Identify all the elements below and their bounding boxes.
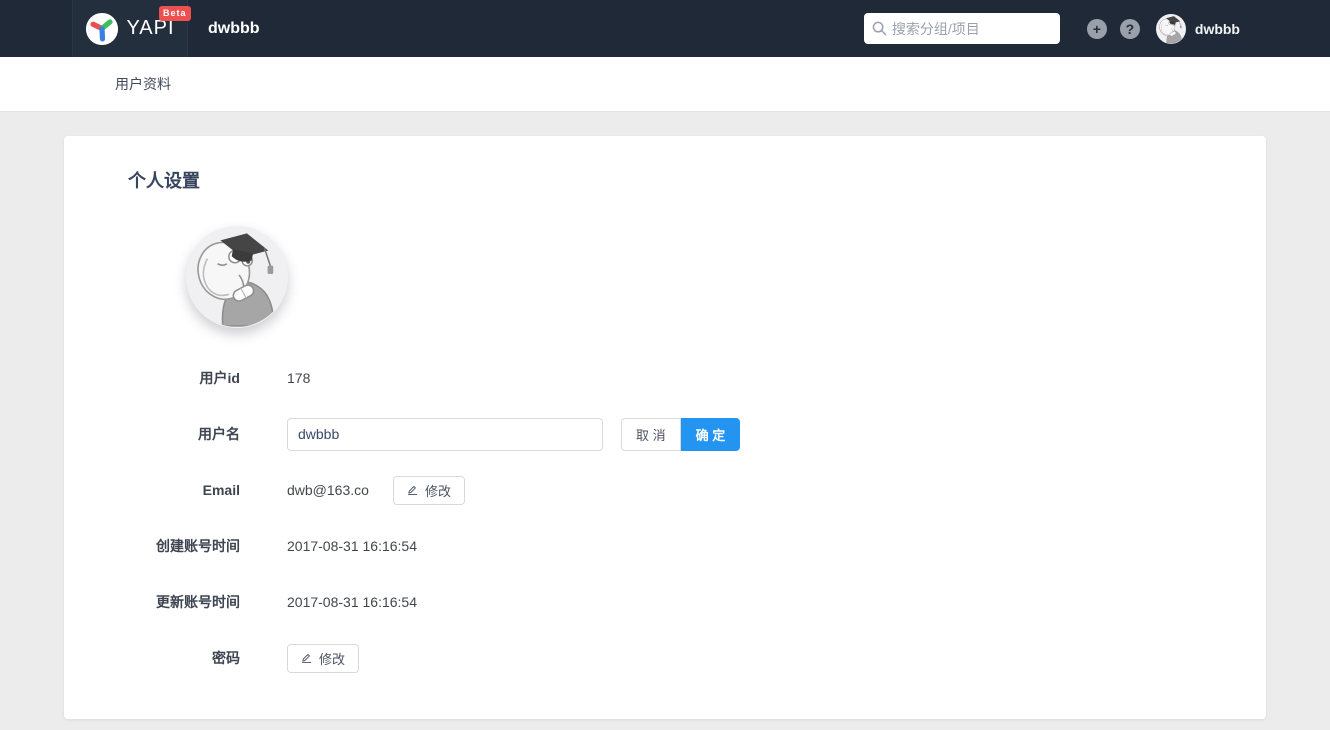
updated-time-label: 更新账号时间: [156, 594, 240, 610]
password-edit-label: 修改: [319, 651, 346, 667]
subnav: 用户资料: [0, 57, 1330, 112]
username-actions: 取 消 确 定: [621, 417, 741, 451]
search-input[interactable]: [863, 13, 1060, 44]
top-navbar: YAPI Beta dwbbb + ? dwbbb: [0, 0, 1330, 57]
username-label: 用户名: [198, 426, 240, 442]
password-edit-button[interactable]: 修改: [287, 643, 360, 673]
email-edit-label: 修改: [424, 483, 451, 499]
profile-card: 个人设置 用户id 178 用户名 取 消 确 定: [64, 136, 1266, 719]
profile-form: 用户id 178 用户名 取 消 确 定 Email dwb@1: [128, 350, 1202, 686]
add-project-icon[interactable]: +: [1086, 18, 1107, 39]
username-input[interactable]: [287, 417, 603, 451]
cancel-button[interactable]: 取 消: [621, 417, 681, 451]
row-created-time: 创建账号时间 2017-08-31 16:16:54: [128, 518, 1202, 574]
user-avatar[interactable]: [1155, 13, 1186, 44]
email-label: Email: [202, 482, 240, 498]
beta-badge: Beta: [159, 6, 191, 21]
page-title: dwbbb: [208, 19, 260, 37]
row-password: 密码 修改: [128, 630, 1202, 686]
edit-icon: [301, 654, 312, 663]
help-icon[interactable]: ?: [1119, 18, 1140, 39]
email-edit-button[interactable]: 修改: [392, 475, 465, 505]
card-heading: 个人设置: [128, 171, 200, 191]
row-user-id: 用户id 178: [128, 350, 1202, 406]
confirm-button[interactable]: 确 定: [680, 417, 741, 451]
brand-wordmark: YAPI Beta: [126, 6, 191, 40]
yapi-logo[interactable]: YAPI Beta: [72, 0, 191, 57]
user-id-label: 用户id: [199, 370, 240, 386]
created-time-label: 创建账号时间: [156, 538, 240, 554]
navbar-right-group: + ? dwbbb: [863, 13, 1240, 44]
user-id-value: 178: [287, 370, 311, 386]
main-content: 个人设置 用户id 178 用户名 取 消 确 定: [0, 112, 1330, 730]
profile-avatar[interactable]: [186, 226, 288, 328]
row-username: 用户名 取 消 确 定: [128, 406, 1202, 462]
edit-icon: [407, 486, 418, 495]
subnav-item-user-profile[interactable]: 用户资料: [115, 74, 171, 94]
updated-time-value: 2017-08-31 16:16:54: [287, 594, 417, 610]
search-wrap: [863, 13, 1060, 44]
row-updated-time: 更新账号时间 2017-08-31 16:16:54: [128, 574, 1202, 630]
password-label: 密码: [212, 650, 240, 666]
row-email: Email dwb@163.co 修改: [128, 462, 1202, 518]
email-value: dwb@163.co: [287, 482, 369, 498]
created-time-value: 2017-08-31 16:16:54: [287, 538, 417, 554]
navbar-username[interactable]: dwbbb: [1195, 21, 1240, 37]
yapi-logo-icon: [86, 12, 119, 45]
